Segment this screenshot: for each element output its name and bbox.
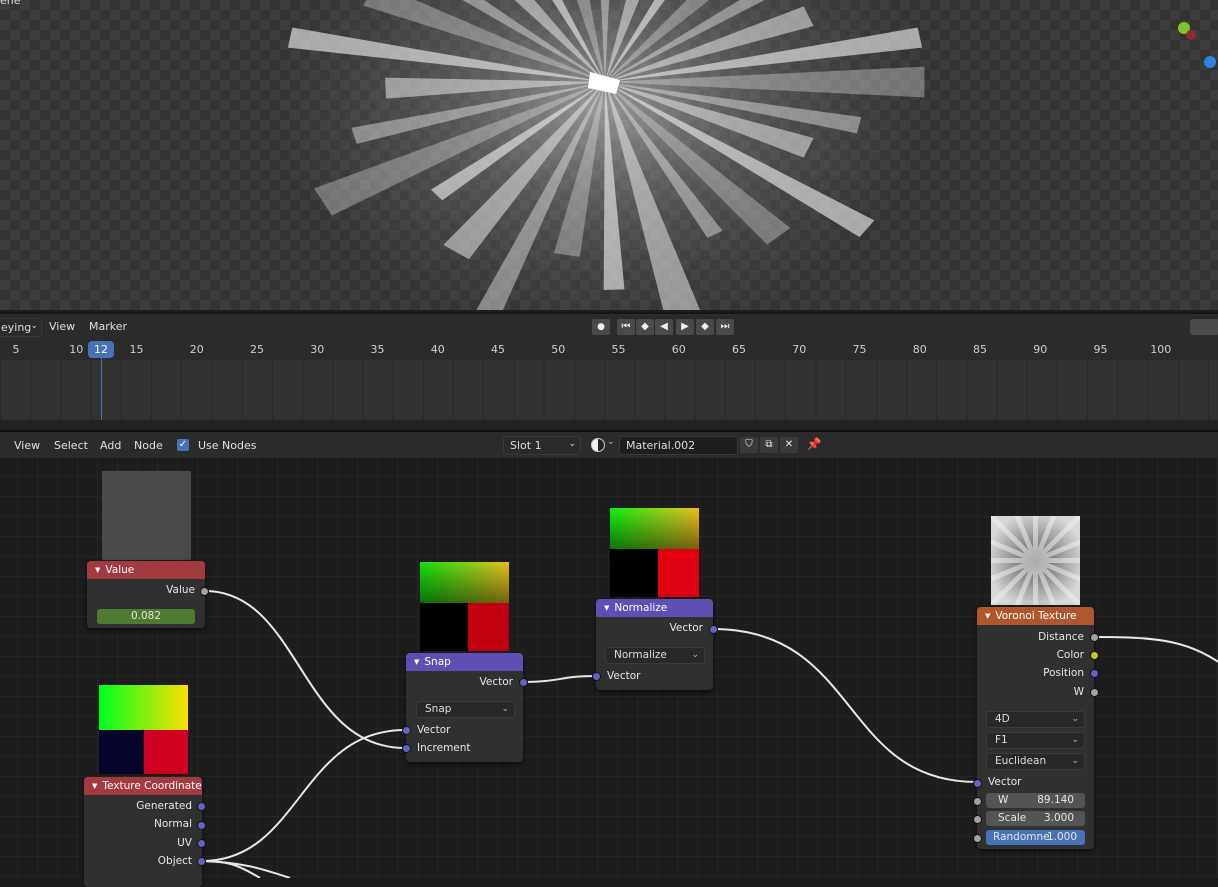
value-output-socket[interactable] [200, 587, 209, 596]
chevron-down-icon: ⌄ [1071, 712, 1079, 727]
texcoord-node-title: Texture Coordinate [102, 780, 201, 792]
snap-node[interactable]: ▼ Snap Vector Snap ⌄ Vector Increment [406, 653, 523, 762]
texcoord-uv-label: UV [177, 837, 192, 849]
texture-coordinate-node[interactable]: ▼Texture Coordinate Generated Normal UV … [84, 777, 202, 887]
voronoi-vector-input-socket[interactable] [973, 779, 982, 788]
snap-output-socket[interactable] [519, 678, 528, 687]
voronoi-metric-label: Euclidean [995, 755, 1046, 767]
collapse-triangle-icon[interactable]: ▼ [92, 782, 97, 790]
voronoi-distance-socket[interactable] [1090, 633, 1099, 642]
texcoord-normal-label: Normal [154, 818, 192, 830]
collapse-triangle-icon[interactable]: ▼ [95, 566, 100, 574]
voronoi-randomness-field-label: Randomne [993, 830, 1050, 845]
snap-node-preview [420, 562, 509, 651]
voronoi-position-label: Position [1043, 667, 1084, 679]
normalize-output-socket[interactable] [709, 625, 718, 634]
voronoi-node-header[interactable]: ▼ Voronoi Texture [977, 607, 1094, 625]
voronoi-color-socket[interactable] [1090, 651, 1099, 660]
snap-node-title: Snap [424, 656, 450, 668]
voronoi-feature-label: F1 [995, 734, 1008, 746]
voronoi-w-output-socket[interactable] [1090, 688, 1099, 697]
snap-vector-input-socket[interactable] [402, 726, 411, 735]
voronoi-metric-dropdown[interactable]: Euclidean ⌄ [986, 753, 1085, 770]
chevron-down-icon: ⌄ [501, 702, 509, 717]
chevron-down-icon: ⌄ [1071, 733, 1079, 748]
voronoi-scale-input-socket[interactable] [973, 815, 982, 824]
link-distance-out [1094, 637, 1218, 670]
normalize-mode-label: Normalize [614, 649, 667, 661]
collapse-triangle-icon[interactable]: ▼ [985, 612, 990, 620]
voronoi-scale-field-label: Scale [998, 811, 1026, 826]
link-object-to-snap-vector [202, 730, 405, 861]
normalize-node-header[interactable]: ▼ Normalize [596, 599, 713, 617]
texcoord-node-header[interactable]: ▼ Texture Coordinate [84, 777, 202, 795]
link-snap-to-normalize [523, 676, 595, 682]
voronoi-node-title: Voronoi Texture [995, 610, 1076, 622]
value-output-label: Value [166, 584, 195, 596]
texcoord-generated-socket[interactable] [197, 802, 206, 811]
chevron-down-icon: ⌄ [691, 648, 699, 663]
snap-mode-dropdown[interactable]: Snap ⌄ [416, 701, 515, 718]
voronoi-distance-label: Distance [1038, 631, 1084, 643]
texcoord-generated-label: Generated [136, 800, 192, 812]
voronoi-randomness-field[interactable]: Randomne 1.000 [986, 830, 1085, 845]
value-node-title: Value [105, 564, 134, 576]
voronoi-color-label: Color [1057, 649, 1084, 661]
voronoi-w-input-socket[interactable] [973, 797, 982, 806]
voronoi-feature-dropdown[interactable]: F1 ⌄ [986, 732, 1085, 749]
snap-increment-input-socket[interactable] [402, 744, 411, 753]
normalize-node-preview [610, 508, 699, 597]
normalize-vector-input-label: Vector [607, 670, 640, 682]
voronoi-w-output-label: W [1074, 686, 1084, 698]
chevron-down-icon: ⌄ [1071, 754, 1079, 769]
value-node-preview [102, 471, 191, 560]
normalize-vector-input-socket[interactable] [592, 672, 601, 681]
voronoi-vector-input-label: Vector [988, 776, 1021, 788]
voronoi-w-field-label: W [998, 793, 1008, 808]
collapse-triangle-icon[interactable]: ▼ [604, 604, 609, 612]
voronoi-scale-field-value: 3.000 [1044, 811, 1074, 826]
normalize-node-title: Normalize [614, 602, 667, 614]
snap-node-header[interactable]: ▼ Snap [406, 653, 523, 671]
link-normalize-to-voronoi [713, 629, 977, 782]
value-field[interactable]: 0.082 [97, 609, 195, 624]
voronoi-randomness-field-value: 1.000 [1047, 830, 1077, 845]
texcoord-object-socket[interactable] [197, 857, 206, 866]
voronoi-randomness-input-socket[interactable] [973, 834, 982, 843]
texcoord-object-label: Object [158, 855, 192, 867]
snap-increment-input-label: Increment [417, 742, 471, 754]
link-value-to-increment [205, 591, 405, 748]
voronoi-w-field[interactable]: W 89.140 [986, 793, 1085, 808]
texcoord-node-preview [99, 685, 188, 774]
voronoi-dimensions-label: 4D [995, 713, 1010, 725]
texcoord-normal-socket[interactable] [197, 821, 206, 830]
snap-output-label: Vector [480, 676, 513, 688]
collapse-triangle-icon[interactable]: ▼ [414, 658, 419, 666]
value-node[interactable]: ▼ Value Value 0.082 [87, 561, 205, 628]
snap-vector-input-label: Vector [417, 724, 450, 736]
normalize-node[interactable]: ▼ Normalize Vector Normalize ⌄ Vector [596, 599, 713, 690]
voronoi-node-preview [991, 516, 1080, 605]
voronoi-texture-node[interactable]: ▼ Voronoi Texture Distance Color Position… [977, 607, 1094, 849]
normalize-output-label: Vector [670, 622, 703, 634]
normalize-mode-dropdown[interactable]: Normalize ⌄ [605, 647, 705, 664]
voronoi-w-field-value: 89.140 [1037, 793, 1074, 808]
voronoi-position-socket[interactable] [1090, 669, 1099, 678]
value-node-header[interactable]: ▼ Value [87, 561, 205, 579]
voronoi-dimensions-dropdown[interactable]: 4D ⌄ [986, 711, 1085, 728]
snap-mode-label: Snap [425, 703, 451, 715]
voronoi-scale-field[interactable]: Scale 3.000 [986, 811, 1085, 826]
texcoord-uv-socket[interactable] [197, 839, 206, 848]
